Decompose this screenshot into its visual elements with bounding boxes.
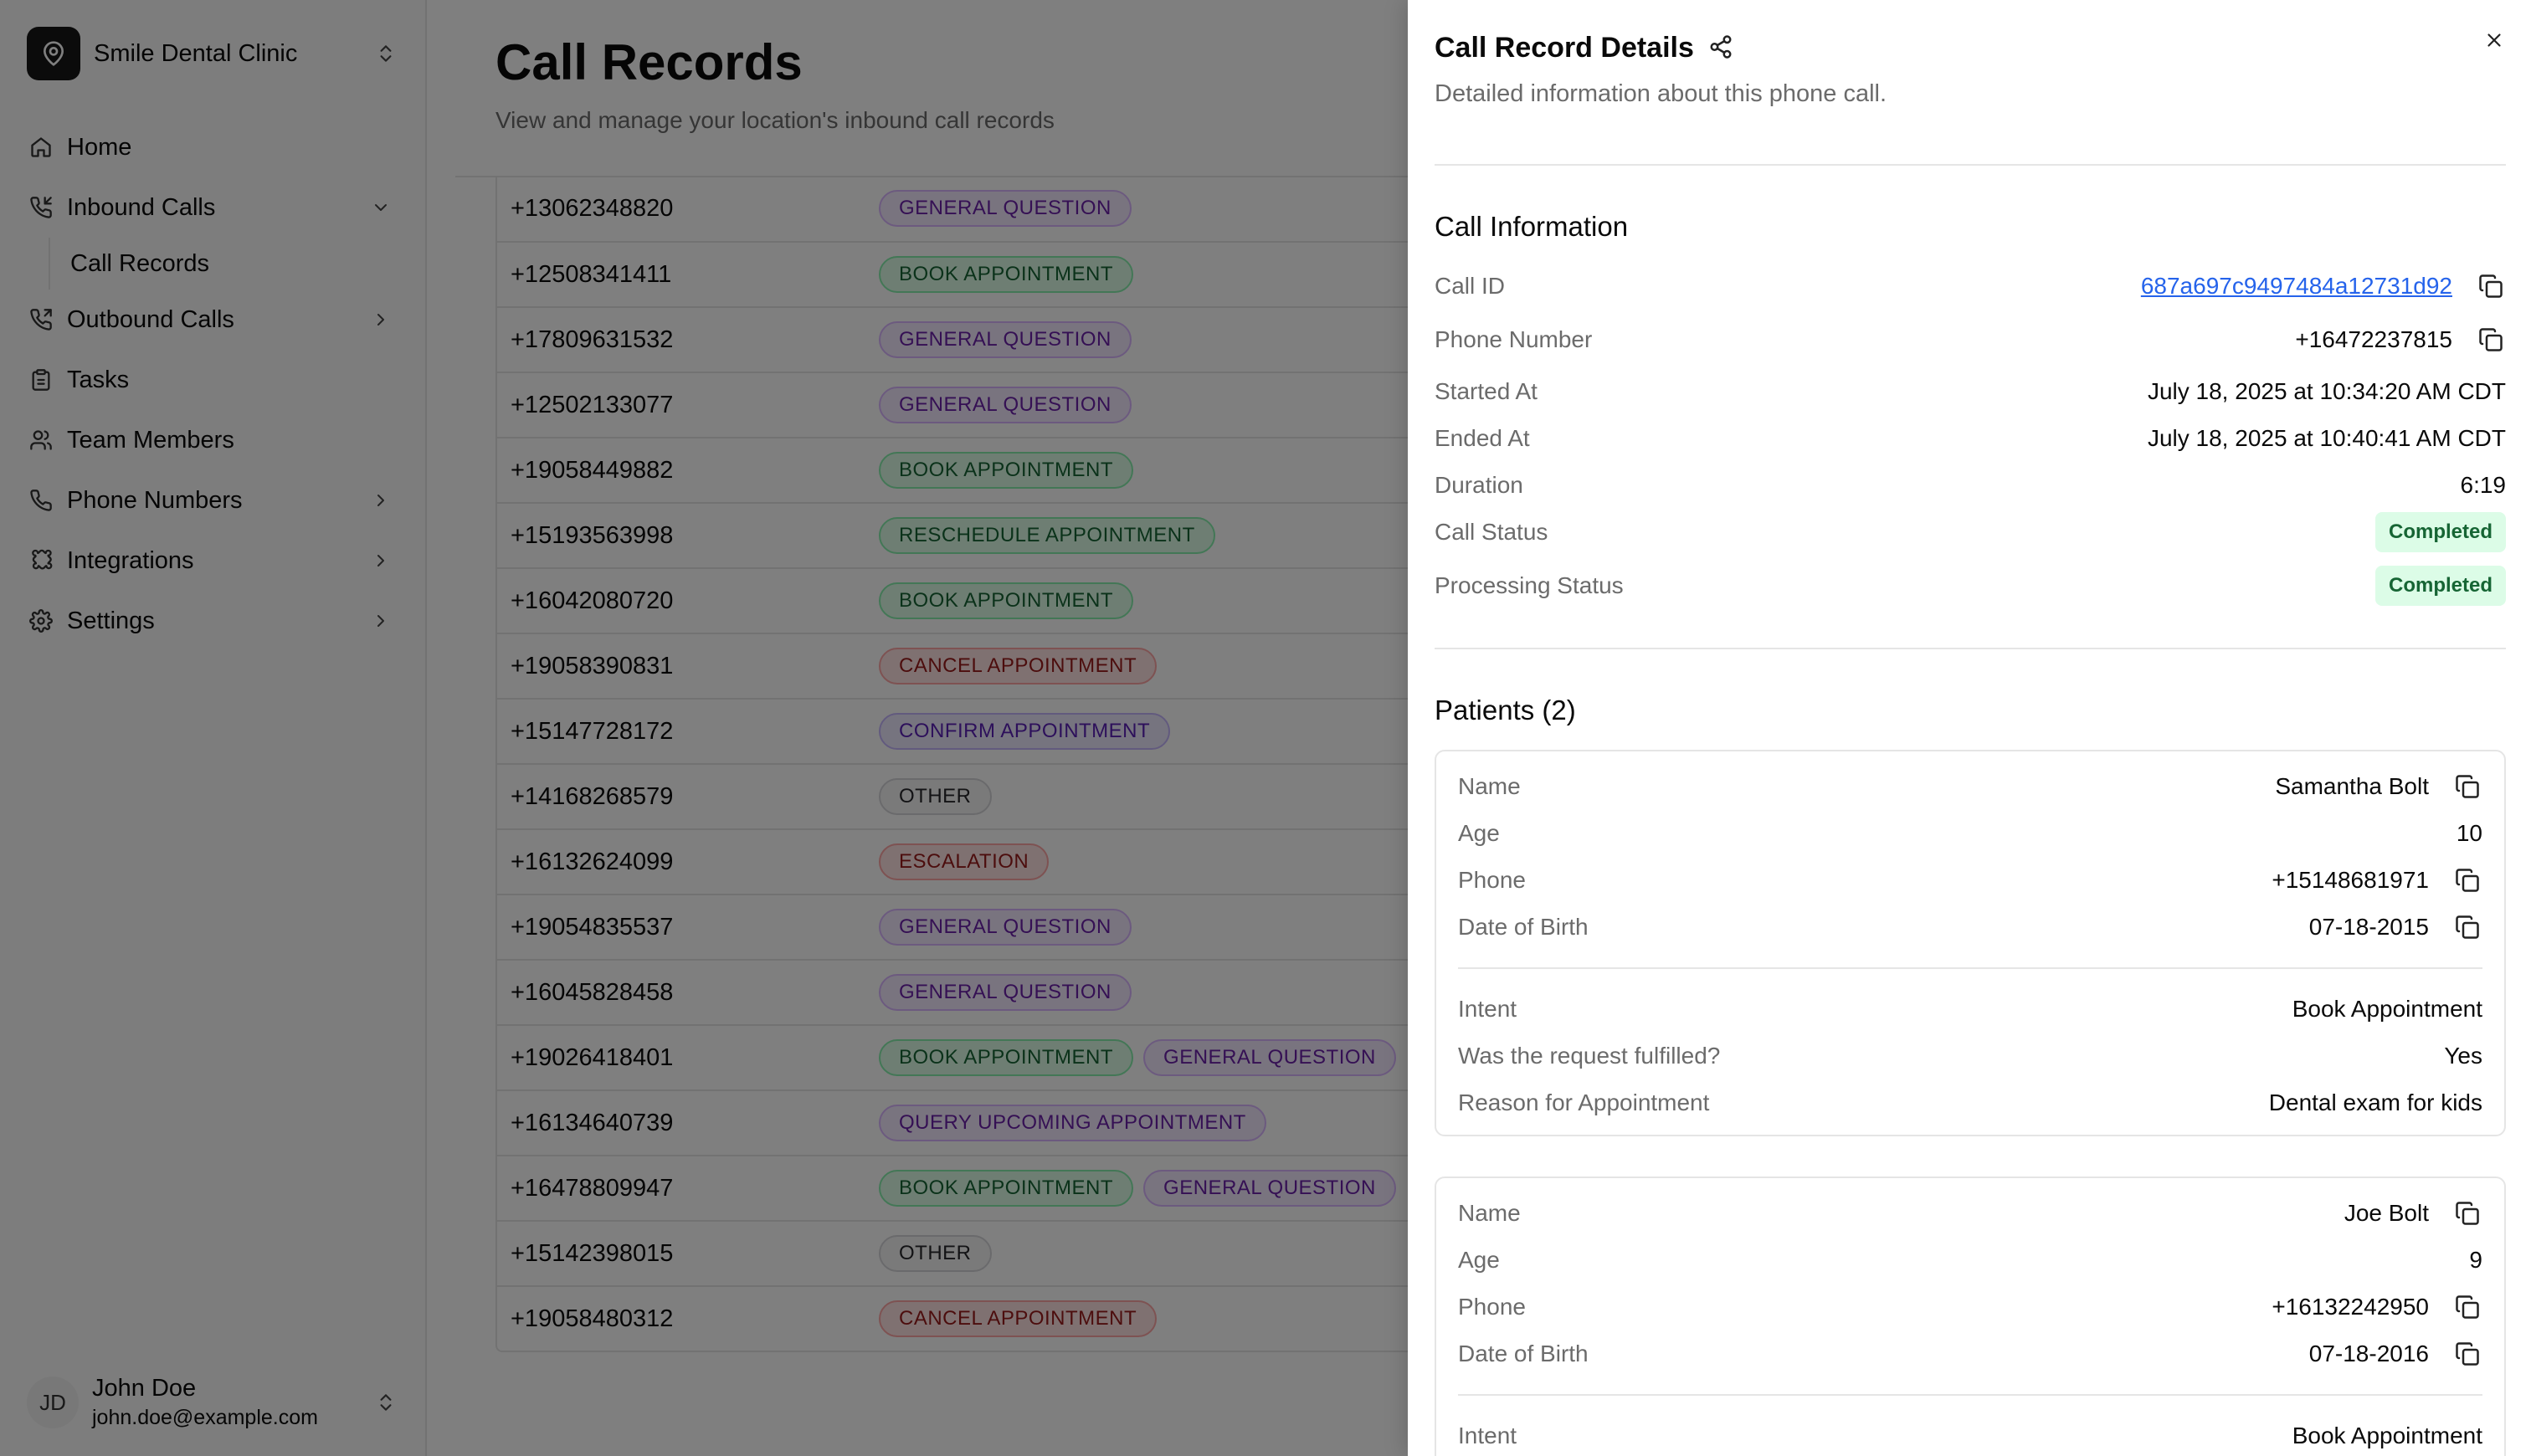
patient-name: Samantha Bolt	[2275, 773, 2429, 799]
duration-label: Duration	[1435, 472, 1523, 498]
patient-intent: Book Appointment	[2292, 1423, 2482, 1448]
ended-at-row: Ended At July 18, 2025 at 10:40:41 AM CD…	[1435, 415, 2506, 462]
age-label: Age	[1458, 1247, 1500, 1273]
divider	[1435, 648, 2506, 649]
name-label: Name	[1458, 1200, 1521, 1226]
patient-phone: +15148681971	[2272, 867, 2429, 893]
patient-phone: +16132242950	[2272, 1294, 2429, 1320]
call-status-label: Call Status	[1435, 519, 1548, 545]
reason-label: Reason for Appointment	[1458, 1089, 1710, 1115]
patient-intent-row: Intent Book Appointment	[1458, 986, 2482, 1033]
phone-label: Phone	[1458, 867, 1526, 893]
fulfilled-label: Was the request fulfilled?	[1458, 1043, 1721, 1069]
copy-icon[interactable]	[2452, 772, 2482, 802]
divider	[1435, 164, 2506, 166]
sheet-title: Call Record Details	[1435, 32, 1694, 64]
name-label: Name	[1458, 773, 1521, 799]
patient-age-row: Age 10	[1458, 810, 2482, 857]
patient-phone-row: Phone +15148681971	[1458, 857, 2482, 904]
modal-overlay[interactable]	[0, 0, 1408, 1456]
patient-age: 10	[2456, 820, 2482, 846]
processing-status-label: Processing Status	[1435, 572, 1624, 598]
patient-dob-row: Date of Birth 07-18-2015	[1458, 904, 2482, 951]
divider	[1458, 1394, 2482, 1396]
phone-number-value: +16472237815	[2295, 326, 2452, 352]
patient-dob-row: Date of Birth 07-18-2016	[1458, 1330, 2482, 1377]
sheet-description: Detailed information about this phone ca…	[1435, 80, 1887, 107]
patient-age: 9	[2469, 1247, 2482, 1273]
started-at-label: Started At	[1435, 378, 1538, 404]
copy-icon[interactable]	[2452, 865, 2482, 895]
phone-number-label: Phone Number	[1435, 326, 1593, 352]
call-id-row: Call ID 687a697c9497484a12731d92	[1435, 263, 2506, 310]
share-icon[interactable]	[1706, 32, 1736, 62]
duration-value: 6:19	[2460, 472, 2507, 498]
ended-at-label: Ended At	[1435, 425, 1530, 451]
patient-phone-row: Phone +16132242950	[1458, 1284, 2482, 1330]
status-badge: Completed	[2374, 566, 2506, 606]
patient-fulfilled: Yes	[2444, 1043, 2482, 1069]
patient-dob: 07-18-2015	[2308, 914, 2429, 940]
copy-icon[interactable]	[2476, 271, 2506, 301]
patient-intent: Book Appointment	[2292, 996, 2482, 1022]
processing-status-row: Processing Status Completed	[1435, 562, 2506, 609]
status-badge: Completed	[2374, 512, 2506, 552]
patient-reason-row: Reason for Appointment Dental exam for k…	[1458, 1079, 2482, 1126]
started-at-row: Started At July 18, 2025 at 10:34:20 AM …	[1435, 368, 2506, 415]
patient-intent-row: Intent Book Appointment	[1458, 1412, 2482, 1456]
patient-dob: 07-18-2016	[2308, 1341, 2429, 1366]
divider	[1458, 967, 2482, 969]
phone-label: Phone	[1458, 1294, 1526, 1320]
call-status-row: Call Status Completed	[1435, 509, 2506, 556]
close-icon[interactable]	[2479, 25, 2509, 55]
patient-card: Name Joe Bolt Age 9 Phone +16132242950 D…	[1435, 1177, 2506, 1456]
section-title-call-info: Call Information	[1435, 211, 1629, 242]
copy-icon[interactable]	[2452, 1292, 2482, 1322]
section-title-patients: Patients (2)	[1435, 695, 1576, 725]
duration-row: Duration 6:19	[1435, 462, 2506, 509]
call-record-details-sheet: Call Record Details Detailed information…	[1408, 0, 2531, 1456]
patient-name: Joe Bolt	[2344, 1200, 2429, 1226]
dob-label: Date of Birth	[1458, 1341, 1589, 1366]
call-id-label: Call ID	[1435, 273, 1506, 299]
phone-number-row: Phone Number +16472237815	[1435, 316, 2506, 363]
dob-label: Date of Birth	[1458, 914, 1589, 940]
intent-label: Intent	[1458, 996, 1517, 1022]
patient-age-row: Age 9	[1458, 1237, 2482, 1284]
intent-label: Intent	[1458, 1423, 1517, 1448]
patient-fulfilled-row: Was the request fulfilled? Yes	[1458, 1033, 2482, 1079]
copy-icon[interactable]	[2452, 1339, 2482, 1369]
patient-reason: Dental exam for kids	[2268, 1089, 2482, 1115]
started-at-value: July 18, 2025 at 10:34:20 AM CDT	[2147, 378, 2506, 404]
patient-name-row: Name Joe Bolt	[1458, 1190, 2482, 1237]
ended-at-value: July 18, 2025 at 10:40:41 AM CDT	[2147, 425, 2506, 451]
patient-name-row: Name Samantha Bolt	[1458, 763, 2482, 810]
copy-icon[interactable]	[2476, 325, 2506, 355]
copy-icon[interactable]	[2452, 912, 2482, 942]
age-label: Age	[1458, 820, 1500, 846]
patient-card: Name Samantha Bolt Age 10 Phone +1514868…	[1435, 750, 2506, 1136]
call-id-link[interactable]: 687a697c9497484a12731d92	[2141, 273, 2452, 300]
copy-icon[interactable]	[2452, 1198, 2482, 1228]
